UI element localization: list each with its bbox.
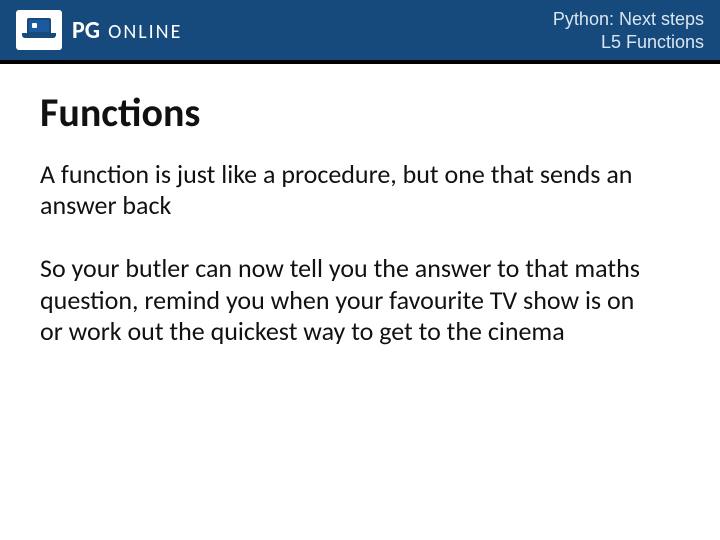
brand-pg: PG	[72, 16, 100, 45]
header-subtitle: Python: Next steps L5 Functions	[553, 8, 704, 53]
lesson-title: L5 Functions	[553, 31, 704, 54]
slide-title: Functions	[40, 88, 680, 137]
brand-text: PG ONLINE	[72, 16, 182, 45]
laptop-icon	[22, 18, 56, 42]
course-title: Python: Next steps	[553, 8, 704, 31]
slide-content: Functions A function is just like a proc…	[0, 64, 720, 347]
slide-header: PG ONLINE Python: Next steps L5 Function…	[0, 0, 720, 64]
brand-online: ONLINE	[108, 20, 182, 44]
paragraph-1: A function is just like a procedure, but…	[40, 159, 660, 221]
brand-logo	[16, 10, 62, 50]
paragraph-2: So your butler can now tell you the answ…	[40, 253, 660, 347]
